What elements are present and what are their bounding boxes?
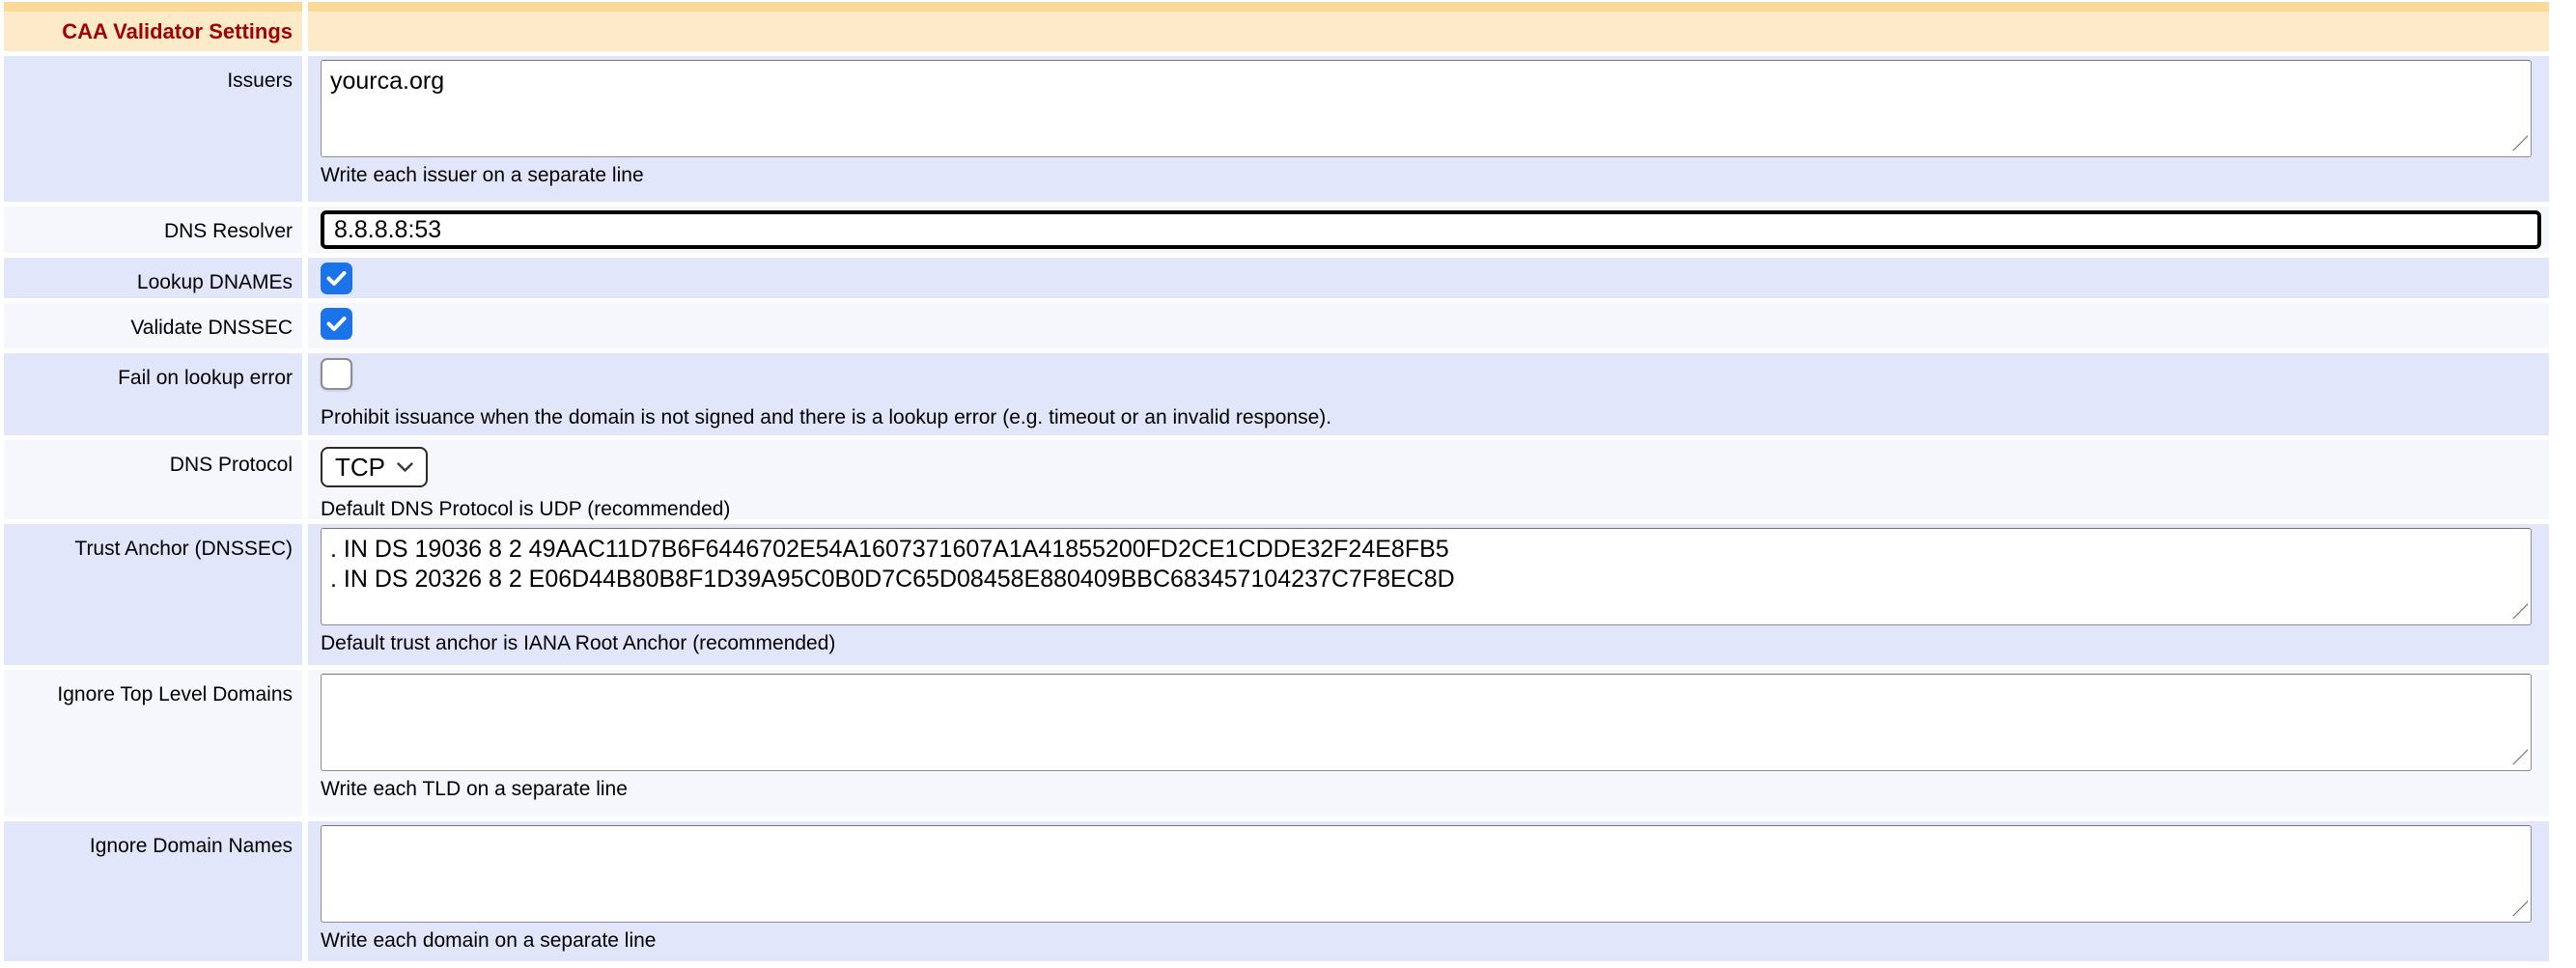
validate-dnssec-checkbox[interactable] xyxy=(321,308,352,340)
ignore-tlds-helper: Write each TLD on a separate line xyxy=(321,778,2549,801)
dns-protocol-select[interactable]: TCP xyxy=(321,447,428,487)
issuers-helper: Write each issuer on a separate line xyxy=(321,164,2549,187)
fail-on-lookup-error-helper: Prohibit issuance when the domain is not… xyxy=(321,406,2549,429)
trust-anchor-helper: Default trust anchor is IANA Root Anchor… xyxy=(321,632,2549,655)
section-header: CAA Validator Settings xyxy=(4,2,302,51)
ignore-domains-row: Ignore Domain Names Write each domain on… xyxy=(4,821,2549,961)
section-header-spacer xyxy=(308,2,2549,51)
trust-anchor-row: Trust Anchor (DNSSEC) . IN DS 19036 8 2 … xyxy=(4,524,2549,665)
issuers-label: Issuers xyxy=(4,56,302,202)
lookup-dnames-row: Lookup DNAMEs xyxy=(4,258,2549,298)
caa-validator-settings-page: CAA Validator Settings Issuers yourca.or… xyxy=(0,0,2576,961)
fail-on-lookup-error-checkbox[interactable] xyxy=(321,358,352,390)
dns-resolver-input[interactable] xyxy=(321,210,2541,249)
dns-protocol-label: DNS Protocol xyxy=(4,440,302,519)
ignore-domains-textarea[interactable] xyxy=(321,825,2532,923)
chevron-down-icon xyxy=(397,462,413,473)
dns-resolver-row: DNS Resolver xyxy=(4,207,2549,253)
validate-dnssec-row: Validate DNSSEC xyxy=(4,303,2549,348)
ignore-tlds-label: Ignore Top Level Domains xyxy=(4,670,302,816)
section-header-row: CAA Validator Settings xyxy=(4,2,2549,51)
issuers-textarea[interactable]: yourca.org xyxy=(321,60,2532,157)
fail-on-lookup-error-row: Fail on lookup error Prohibit issuance w… xyxy=(4,353,2549,435)
fail-on-lookup-error-label: Fail on lookup error xyxy=(4,353,302,435)
page-title: CAA Validator Settings xyxy=(62,19,293,43)
dns-resolver-label: DNS Resolver xyxy=(4,207,302,253)
issuers-row: Issuers yourca.org Write each issuer on … xyxy=(4,56,2549,202)
lookup-dnames-checkbox[interactable] xyxy=(321,263,352,294)
checkmark-icon xyxy=(326,270,347,287)
ignore-domains-helper: Write each domain on a separate line xyxy=(321,929,2549,953)
dns-protocol-selected-value: TCP xyxy=(335,453,385,483)
lookup-dnames-label: Lookup DNAMEs xyxy=(4,258,302,298)
dns-protocol-row: DNS Protocol TCP Default DNS Protocol is… xyxy=(4,440,2549,519)
ignore-tlds-textarea[interactable] xyxy=(321,674,2532,771)
trust-anchor-textarea[interactable]: . IN DS 19036 8 2 49AAC11D7B6F6446702E54… xyxy=(321,528,2532,625)
ignore-tlds-row: Ignore Top Level Domains Write each TLD … xyxy=(4,670,2549,816)
ignore-domains-label: Ignore Domain Names xyxy=(4,821,302,961)
dns-protocol-helper: Default DNS Protocol is UDP (recommended… xyxy=(321,498,2549,521)
validate-dnssec-label: Validate DNSSEC xyxy=(4,303,302,348)
trust-anchor-label: Trust Anchor (DNSSEC) xyxy=(4,524,302,665)
checkmark-icon xyxy=(326,316,347,332)
